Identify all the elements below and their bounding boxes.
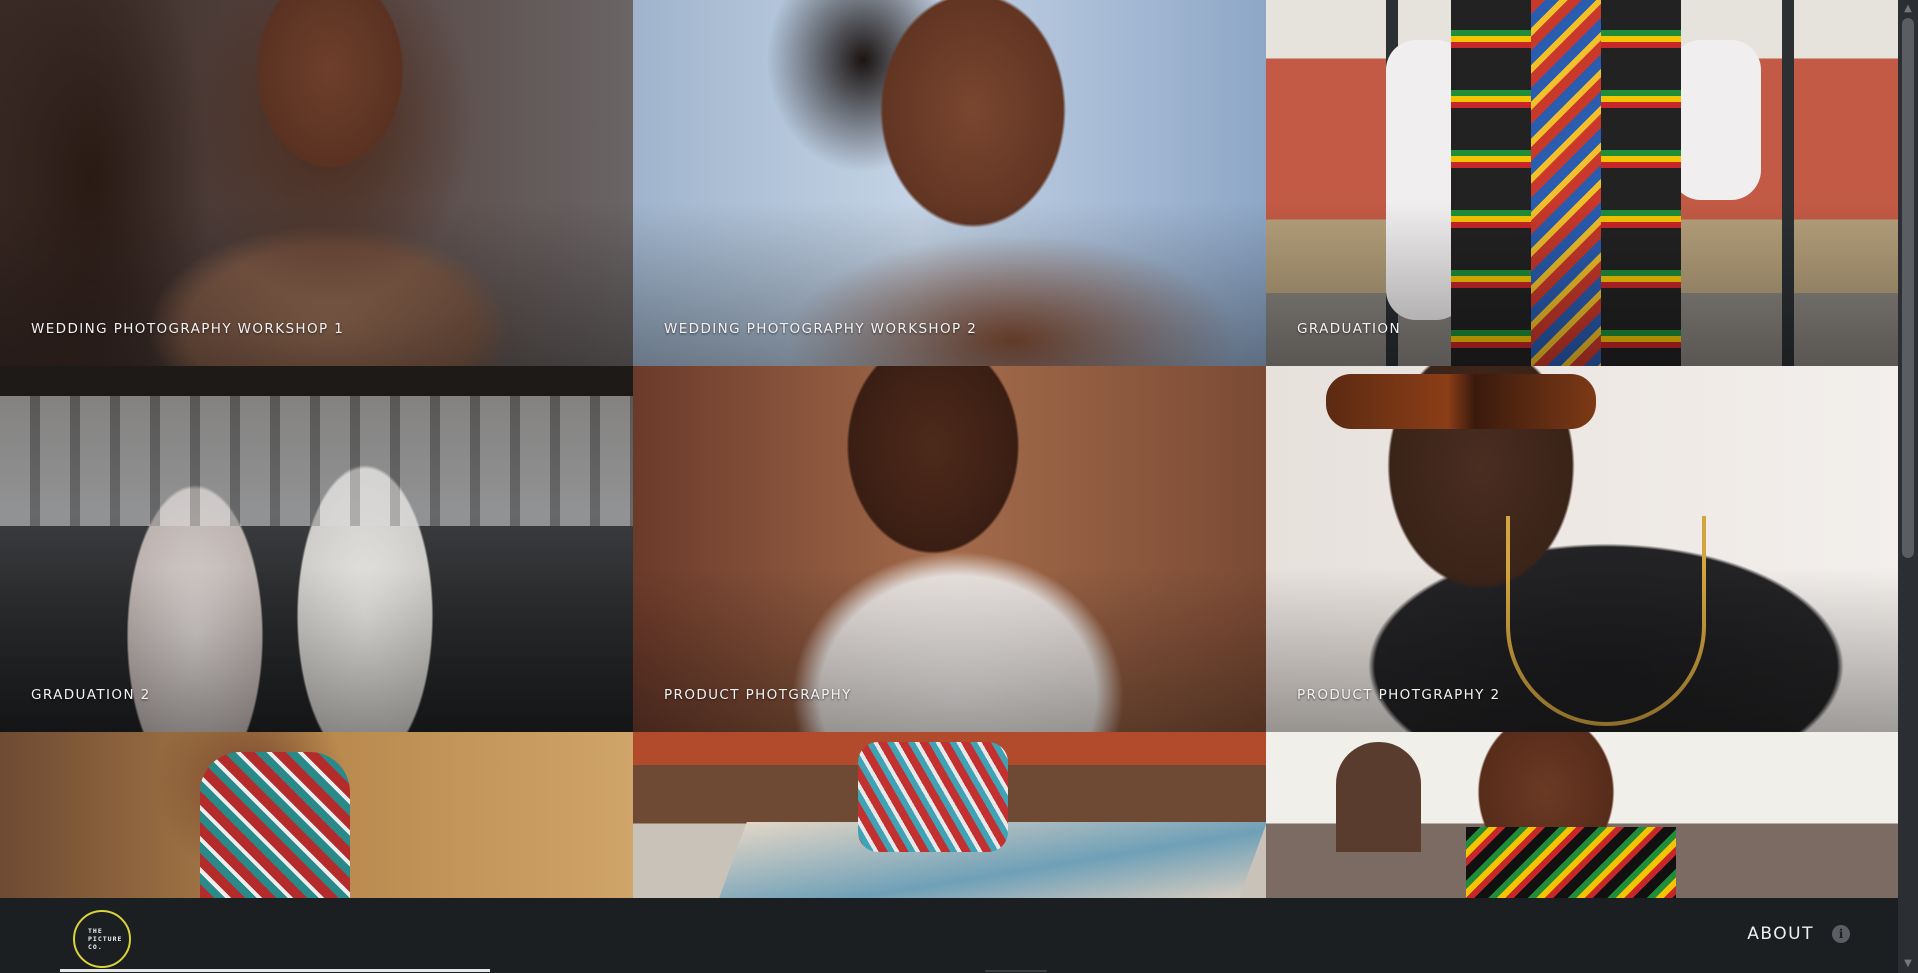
gallery-tile-graduation[interactable]: GRADUATION bbox=[1266, 0, 1898, 366]
tile-caption: WEDDING PHOTOGRAPHY WORKSHOP 1 bbox=[31, 321, 345, 337]
tile-overlay bbox=[633, 0, 1266, 366]
logo-text-line: THE bbox=[88, 927, 103, 935]
scroll-down-arrow-icon[interactable]: ▼ bbox=[1898, 955, 1918, 973]
tile-caption: GRADUATION bbox=[1297, 321, 1401, 337]
logo-text-line: PICTURE bbox=[88, 935, 123, 943]
about-label: ABOUT bbox=[1747, 924, 1814, 944]
scroll-up-arrow-icon[interactable]: ▲ bbox=[1898, 0, 1918, 18]
tile-overlay bbox=[0, 0, 633, 366]
photo-detail bbox=[858, 742, 1008, 852]
gallery-tile-wedding-workshop-1[interactable]: WEDDING PHOTOGRAPHY WORKSHOP 1 bbox=[0, 0, 633, 366]
page: WEDDING PHOTOGRAPHY WORKSHOP 1 WEDDING P… bbox=[0, 0, 1918, 973]
footer-bar: THE PICTURE CO. ABOUT i bbox=[0, 898, 1898, 973]
gallery-tile-graduation-2[interactable]: GRADUATION 2 bbox=[0, 366, 633, 732]
tile-caption: PRODUCT PHOTGRAPHY 2 bbox=[1297, 687, 1501, 703]
gallery-tile-9[interactable] bbox=[1266, 732, 1898, 898]
photo-detail bbox=[200, 752, 350, 898]
vertical-scrollbar[interactable]: ▲ ▼ bbox=[1898, 0, 1918, 973]
gallery-tile-8[interactable] bbox=[633, 732, 1266, 898]
tile-caption: WEDDING PHOTOGRAPHY WORKSHOP 2 bbox=[664, 321, 978, 337]
photo-gallery-grid: WEDDING PHOTOGRAPHY WORKSHOP 1 WEDDING P… bbox=[0, 0, 1898, 898]
logo-text-line: CO. bbox=[88, 943, 103, 951]
gallery-tile-wedding-workshop-2[interactable]: WEDDING PHOTOGRAPHY WORKSHOP 2 bbox=[633, 0, 1266, 366]
info-icon: i bbox=[1832, 925, 1850, 943]
scrollbar-thumb[interactable] bbox=[1902, 18, 1914, 558]
site-logo[interactable]: THE PICTURE CO. bbox=[73, 910, 131, 968]
gallery-tile-product-photography-2[interactable]: PRODUCT PHOTGRAPHY 2 bbox=[1266, 366, 1898, 732]
photo-detail bbox=[1336, 742, 1421, 852]
tile-caption: GRADUATION 2 bbox=[31, 687, 151, 703]
gallery-tile-7[interactable] bbox=[0, 732, 633, 898]
tile-overlay bbox=[1266, 0, 1898, 366]
tile-caption: PRODUCT PHOTGRAPHY bbox=[664, 687, 852, 703]
photo-detail bbox=[1466, 827, 1676, 898]
tile-overlay bbox=[1266, 366, 1898, 732]
footer-highlight-line bbox=[60, 969, 490, 972]
footer-divider bbox=[985, 970, 1047, 972]
tile-overlay bbox=[0, 366, 633, 732]
gallery-tile-product-photography[interactable]: PRODUCT PHOTGRAPHY bbox=[633, 366, 1266, 732]
tile-overlay bbox=[633, 366, 1266, 732]
about-link[interactable]: ABOUT i bbox=[1747, 924, 1850, 944]
